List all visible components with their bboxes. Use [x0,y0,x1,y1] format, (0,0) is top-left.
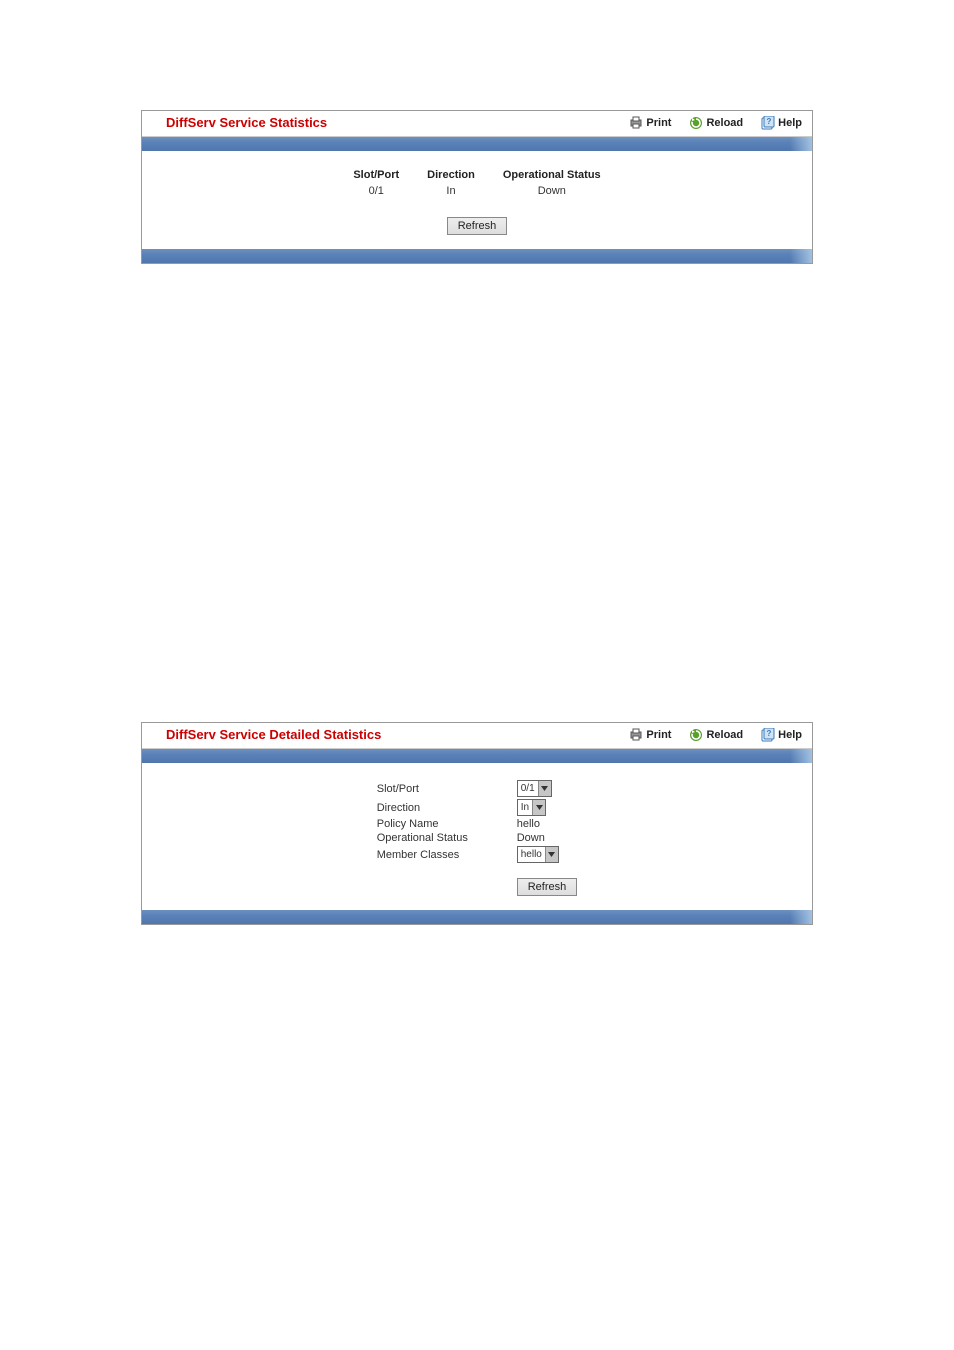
print-label: Print [646,729,671,741]
panel-body: Slot/Port Direction Operational Status 0… [142,151,812,249]
chevron-down-icon [538,781,551,796]
col-direction: Direction [413,167,489,183]
panel-title: DiffServ Service Detailed Statistics [166,727,381,742]
print-button[interactable]: Print [629,116,671,129]
divider-bar-top [142,749,812,763]
diffserv-detailed-stats-panel: DiffServ Service Detailed Statistics Pri… [141,722,813,925]
op-status-value: Down [517,832,545,844]
reload-icon [689,116,703,130]
row-direction: Direction In [377,798,578,817]
panel-header: DiffServ Service Detailed Statistics Pri… [142,723,812,749]
row-op-status: Operational Status Down [377,831,578,845]
row-slot-port: Slot/Port 0/1 [377,779,578,798]
diffserv-stats-panel: DiffServ Service Statistics Print Reload… [141,110,813,264]
print-icon [629,728,643,741]
svg-text:?: ? [767,729,772,738]
reload-label: Reload [706,117,743,129]
stats-table: Slot/Port Direction Operational Status 0… [339,167,614,199]
direction-value: In [521,802,529,813]
divider-bar-top [142,137,812,151]
chevron-down-icon [545,847,558,862]
help-button[interactable]: ? Help [761,728,802,742]
label-op-status: Operational Status [377,832,517,844]
panel-header: DiffServ Service Statistics Print Reload… [142,111,812,137]
panel-body: Slot/Port 0/1 Direction In [142,763,812,910]
row-policy-name: Policy Name hello [377,817,578,831]
policy-name-value: hello [517,818,540,830]
svg-text:?: ? [767,117,772,126]
label-direction: Direction [377,802,517,814]
col-slot-port: Slot/Port [339,167,413,183]
print-button[interactable]: Print [629,728,671,741]
label-slot-port: Slot/Port [377,783,517,795]
label-policy-name: Policy Name [377,818,517,830]
form-rows: Slot/Port 0/1 Direction In [377,779,578,896]
help-label: Help [778,729,802,741]
table-row: 0/1 In Down [339,183,614,199]
refresh-button[interactable]: Refresh [447,217,508,235]
cell-op-status: Down [489,183,615,199]
member-classes-value: hello [521,849,542,860]
toolbar: Print Reload ? Help [629,728,802,742]
chevron-down-icon [532,800,545,815]
col-op-status: Operational Status [489,167,615,183]
help-icon: ? [761,728,775,742]
divider-bar-bottom [142,910,812,924]
divider-bar-bottom [142,249,812,263]
print-label: Print [646,117,671,129]
slot-port-value: 0/1 [521,783,535,794]
toolbar: Print Reload ? Help [629,116,802,130]
cell-slot-port: 0/1 [339,183,413,199]
table-header-row: Slot/Port Direction Operational Status [339,167,614,183]
refresh-button[interactable]: Refresh [517,878,578,896]
help-button[interactable]: ? Help [761,116,802,130]
panel-title: DiffServ Service Statistics [166,115,327,130]
help-icon: ? [761,116,775,130]
member-classes-select[interactable]: hello [517,846,559,863]
direction-select[interactable]: In [517,799,546,816]
cell-direction: In [413,183,489,199]
reload-label: Reload [706,729,743,741]
row-member-classes: Member Classes hello [377,845,578,864]
print-icon [629,116,643,129]
reload-icon [689,728,703,742]
slot-port-select[interactable]: 0/1 [517,780,552,797]
reload-button[interactable]: Reload [689,728,743,742]
reload-button[interactable]: Reload [689,116,743,130]
help-label: Help [778,117,802,129]
label-member-classes: Member Classes [377,849,517,861]
